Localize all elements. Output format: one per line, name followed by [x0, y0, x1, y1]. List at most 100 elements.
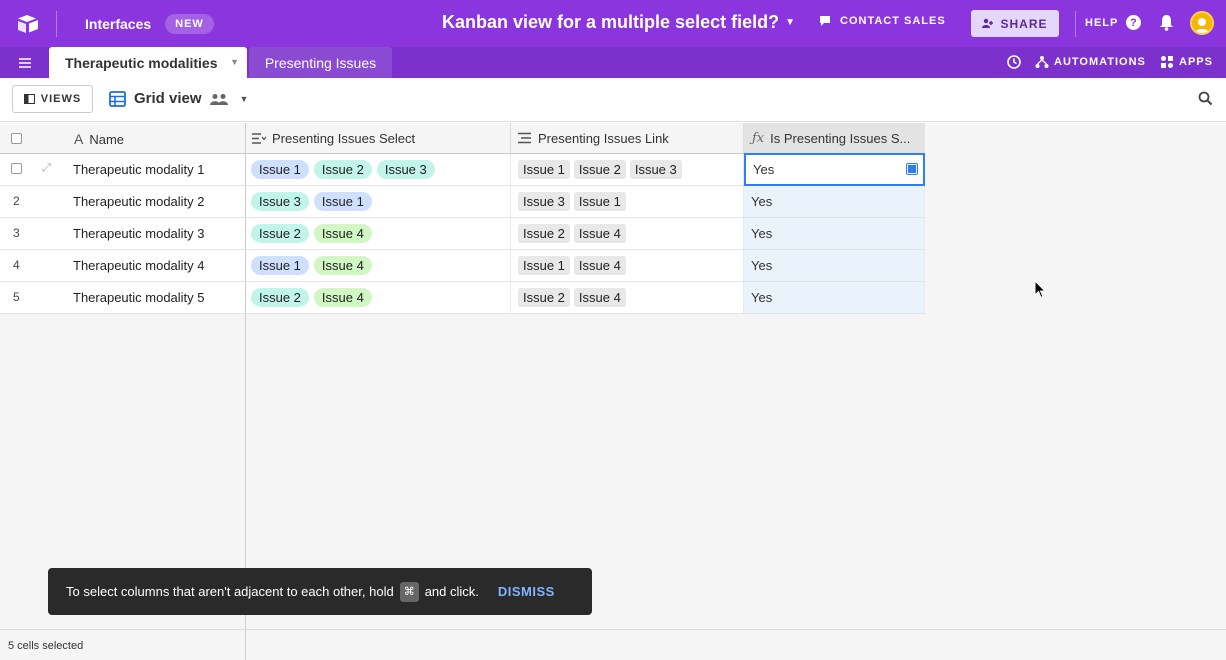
formula-cell[interactable]: Yes — [744, 218, 925, 249]
record-name[interactable]: Therapeutic modality 3 — [73, 226, 205, 241]
tab-presenting-issues[interactable]: Presenting Issues — [249, 47, 392, 78]
formula-icon: ƒx — [752, 130, 765, 146]
interfaces-link[interactable]: Interfaces — [85, 16, 151, 32]
toast-text: To select columns that aren't adjacent t… — [66, 584, 394, 599]
base-title[interactable]: Kanban view for a multiple select field?… — [442, 12, 795, 33]
data-grid: A Name Presenting Issues Select Presenti… — [0, 123, 1226, 629]
linked-record-chip[interactable]: Issue 2 — [573, 160, 626, 179]
bell-icon[interactable] — [1159, 14, 1174, 31]
help-label: HELP — [1085, 16, 1119, 29]
avatar[interactable] — [1190, 11, 1214, 35]
table-row[interactable]: Issue 1 Issue 4 Issue 1 Issue 4 Yes — [246, 250, 925, 282]
header-divider — [56, 10, 57, 37]
views-toggle-button[interactable]: VIEWS — [12, 85, 93, 113]
chat-icon — [820, 16, 830, 26]
view-switcher[interactable]: Grid view ▼ — [109, 90, 248, 107]
tab-therapeutic-modalities[interactable]: Therapeutic modalities ▼ — [49, 47, 247, 78]
linked-record-chip[interactable]: Issue 1 — [518, 160, 570, 179]
column-header-label: Name — [89, 131, 125, 147]
table-row[interactable]: ⤢ Therapeutic modality 1 — [0, 154, 246, 186]
formula-cell[interactable]: Yes — [744, 282, 925, 313]
search-icon[interactable] — [1198, 91, 1213, 106]
apps-button[interactable]: APPS — [1160, 55, 1213, 69]
table-row[interactable]: 3 Therapeutic modality 3 — [0, 218, 246, 250]
select-option-pill: Issue 4 — [313, 256, 372, 275]
top-header: Interfaces NEW Kanban view for a multipl… — [0, 0, 1226, 47]
column-header-link[interactable]: Presenting Issues Link — [511, 123, 744, 153]
linked-records-cell[interactable]: Issue 2 Issue 4 — [511, 282, 744, 313]
sidebar-toggle-icon — [23, 94, 35, 104]
menu-icon[interactable] — [0, 47, 49, 78]
select-all-checkbox[interactable] — [11, 133, 22, 144]
linked-record-chip[interactable]: Issue 4 — [573, 288, 626, 307]
automations-icon — [1035, 56, 1049, 68]
expand-record-icon[interactable]: ⤢ — [42, 162, 51, 175]
column-header-select[interactable]: Presenting Issues Select — [246, 123, 511, 153]
linked-record-chip[interactable]: Issue 2 — [518, 288, 570, 307]
linked-records-cell[interactable]: Issue 1 Issue 2 Issue 3 — [511, 154, 744, 185]
select-cell[interactable]: Issue 2 Issue 4 — [246, 282, 511, 313]
linked-records-cell[interactable]: Issue 3 Issue 1 — [511, 186, 744, 217]
table-row[interactable]: 4 Therapeutic modality 4 — [0, 250, 246, 282]
linked-record-chip[interactable]: Issue 3 — [518, 192, 570, 211]
header-row-right: Presenting Issues Select Presenting Issu… — [246, 123, 925, 154]
linked-records-cell[interactable]: Issue 1 Issue 4 — [511, 250, 744, 281]
select-cell[interactable]: Issue 1 Issue 2 Issue 3 — [246, 154, 511, 185]
apps-label: APPS — [1179, 56, 1213, 68]
dismiss-button[interactable]: DISMISS — [498, 584, 555, 599]
table-row[interactable]: Issue 1 Issue 2 Issue 3 Issue 1 Issue 2 Issue… — [246, 153, 925, 186]
linked-record-chip[interactable]: Issue 4 — [573, 256, 626, 275]
record-name[interactable]: Therapeutic modality 4 — [73, 258, 205, 273]
table-row[interactable]: Issue 2 Issue 4 Issue 2 Issue 4 Yes — [246, 218, 925, 250]
linked-record-chip[interactable]: Issue 4 — [573, 224, 626, 243]
contact-sales-button[interactable]: CONTACT SALES — [819, 15, 946, 27]
formula-cell[interactable]: Yes — [744, 250, 925, 281]
collaborative-view-icon — [209, 93, 228, 105]
select-option-pill: Issue 2 — [251, 224, 309, 243]
record-name[interactable]: Therapeutic modality 5 — [73, 290, 205, 305]
select-cell[interactable]: Issue 2 Issue 4 — [246, 218, 511, 249]
table-row[interactable]: 2 Therapeutic modality 2 — [0, 186, 246, 218]
row-number: 5 — [13, 290, 20, 304]
new-badge: NEW — [165, 13, 214, 34]
tab-label: Therapeutic modalities — [65, 54, 218, 71]
apps-icon — [1161, 56, 1173, 68]
record-name[interactable]: Therapeutic modality 1 — [73, 162, 205, 177]
table-row[interactable]: 5 Therapeutic modality 5 — [0, 282, 246, 314]
formula-cell[interactable]: Yes — [744, 153, 925, 186]
formula-cell[interactable]: Yes — [744, 186, 925, 217]
airtable-logo-icon[interactable] — [0, 0, 56, 47]
share-label: SHARE — [1000, 16, 1048, 31]
row-checkbox[interactable] — [11, 163, 22, 174]
chevron-down-icon: ▼ — [239, 93, 249, 104]
toast-text: and click. — [424, 584, 479, 599]
select-option-pill: Issue 4 — [313, 288, 372, 307]
select-cell[interactable]: Issue 3 Issue 1 — [246, 186, 511, 217]
linked-record-chip[interactable]: Issue 3 — [629, 160, 682, 179]
column-header-name[interactable]: A Name — [74, 131, 124, 147]
select-option-pill: Issue 4 — [313, 224, 372, 243]
table-row[interactable]: Issue 2 Issue 4 Issue 2 Issue 4 Yes — [246, 282, 925, 314]
selection-status: 5 cells selected — [0, 630, 246, 660]
formula-value: Yes — [751, 290, 773, 305]
share-button[interactable]: SHARE — [971, 10, 1059, 37]
linked-record-chip[interactable]: Issue 2 — [518, 224, 570, 243]
record-name[interactable]: Therapeutic modality 2 — [73, 194, 205, 209]
summary-bar: 5 cells selected — [0, 629, 1226, 660]
linked-record-chip[interactable]: Issue 1 — [573, 192, 626, 211]
column-header-formula[interactable]: ƒx Is Presenting Issues S... — [744, 123, 925, 153]
automations-button[interactable]: AUTOMATIONS — [1035, 55, 1146, 69]
select-option-pill: Issue 2 — [313, 160, 372, 179]
linked-record-chip[interactable]: Issue 1 — [518, 256, 570, 275]
help-icon: ? — [1126, 15, 1142, 30]
select-cell[interactable]: Issue 1 Issue 4 — [246, 250, 511, 281]
grid-view-icon — [109, 90, 126, 107]
table-row[interactable]: Issue 3 Issue 1 Issue 3 Issue 1 Yes — [246, 186, 925, 218]
fill-handle-icon[interactable] — [906, 163, 918, 175]
multiple-select-icon — [252, 132, 266, 144]
mouse-cursor-icon — [1034, 280, 1046, 299]
help-button[interactable]: HELP ? — [1085, 15, 1142, 30]
chevron-down-icon[interactable]: ▼ — [230, 57, 239, 67]
linked-records-cell[interactable]: Issue 2 Issue 4 — [511, 218, 744, 249]
history-icon[interactable] — [1006, 54, 1022, 70]
